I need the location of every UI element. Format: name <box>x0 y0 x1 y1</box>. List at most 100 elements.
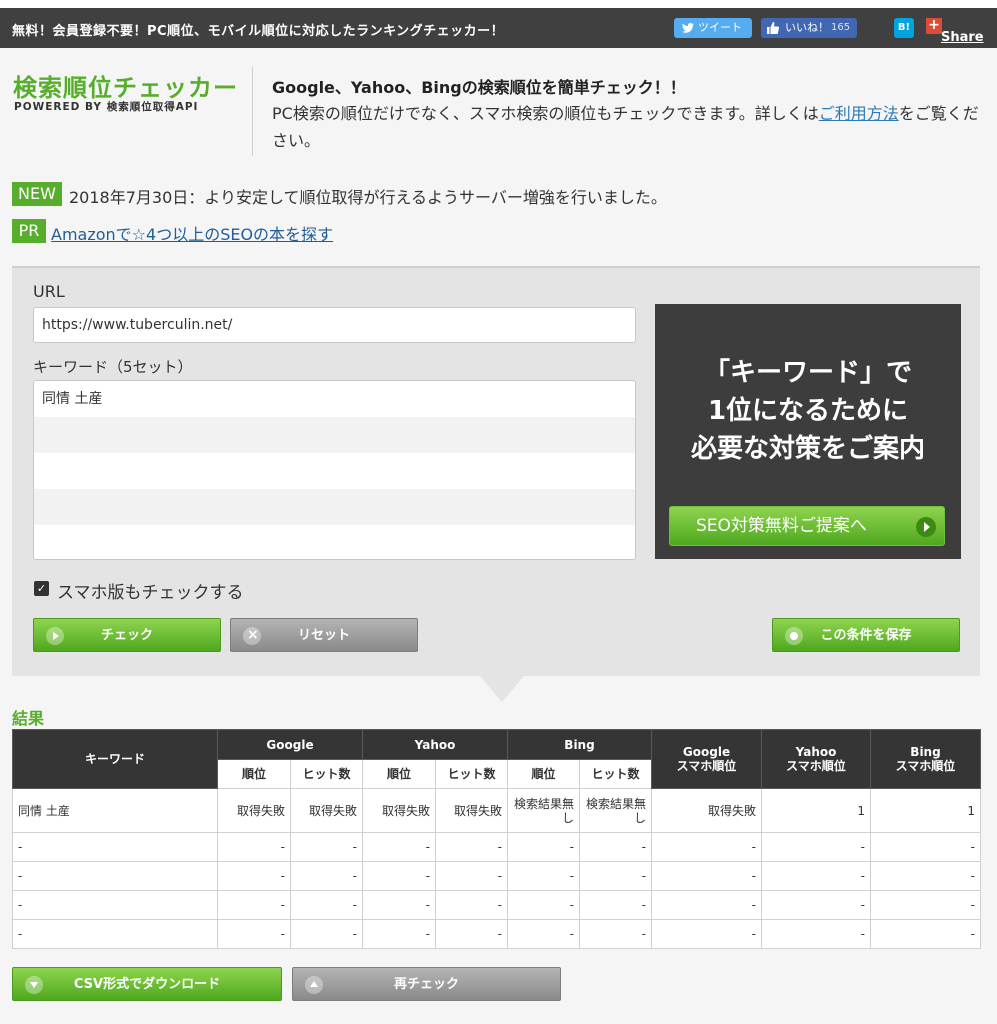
cell-keyword: - <box>12 890 218 920</box>
smartphone-checkbox-label[interactable]: スマホ版もチェックする <box>57 578 244 603</box>
table-cell: 取得失敗 <box>290 788 363 833</box>
hatena-bookmark-button[interactable]: B! <box>894 18 914 38</box>
table-cell: - <box>761 890 871 920</box>
news-text: 2018年7月30日：より安定して順位取得が行えるようサーバー増強を行いました。 <box>69 188 667 207</box>
save-button-label: この条件を保存 <box>820 628 912 643</box>
table-cell: - <box>290 861 363 891</box>
thumbs-up-icon <box>767 22 779 34</box>
col-header-google-rank: 順位 <box>217 759 291 789</box>
tweet-button[interactable]: ツイート <box>674 18 752 38</box>
col-header-bing-rank: 順位 <box>507 759 580 789</box>
intro-text: PC検索の順位だけでなく、スマホ検索の順位もチェックできます。詳しくはご利用方法… <box>272 100 982 154</box>
check-button-label: チェック <box>100 628 153 643</box>
table-cell: - <box>435 832 508 862</box>
col-header-bing: Bing <box>507 729 652 760</box>
table-cell: - <box>579 890 652 920</box>
col-header-google-smartphone: Google スマホ順位 <box>651 729 762 789</box>
keyword-line[interactable] <box>34 417 635 453</box>
seo-proposal-button-label: SEO対策無料ご提案へ <box>696 516 867 536</box>
keyword-line[interactable]: 同情 土産 <box>34 381 635 417</box>
seo-consulting-ad[interactable]: 「キーワード」で 1位になるために 必要な対策をご案内 SEO対策無料ご提案へ <box>655 304 961 559</box>
recheck-button-label: 再チェック <box>393 977 459 992</box>
seo-proposal-button[interactable]: SEO対策無料ご提案へ <box>669 506 945 546</box>
panel-pointer-arrow <box>480 676 524 702</box>
recheck-button[interactable]: 再チェック <box>292 967 561 1001</box>
table-cell: - <box>507 919 580 949</box>
table-cell: - <box>217 890 291 920</box>
google-plus-share-link[interactable]: Share <box>941 30 984 45</box>
ad-line-3: 必要な対策をご案内 <box>690 434 925 464</box>
table-cell: - <box>870 832 981 862</box>
table-cell: - <box>870 919 981 949</box>
keyword-line[interactable] <box>34 489 635 525</box>
like-label: いいね！ <box>785 21 829 34</box>
col-header-google: Google <box>217 729 363 760</box>
table-cell: - <box>579 832 652 862</box>
facebook-like-button[interactable]: いいね！ 165 <box>761 18 857 38</box>
intro-heading: Google、Yahoo、Bingの検索順位を簡単チェック！！ <box>272 78 686 97</box>
table-cell: - <box>507 832 580 862</box>
col-header-yahoo-rank: 順位 <box>362 759 436 789</box>
gear-icon <box>785 627 803 645</box>
google-plus-icon[interactable]: + <box>926 18 942 34</box>
cell-keyword: 同情 土産 <box>12 788 218 833</box>
intro-text-lead: PC検索の順位だけでなく、スマホ検索の順位もチェックできます。詳しくは <box>272 104 819 123</box>
table-cell: 取得失敗 <box>217 788 291 833</box>
table-cell: - <box>435 890 508 920</box>
table-cell: - <box>217 919 291 949</box>
table-cell: - <box>362 890 436 920</box>
table-cell: - <box>651 890 762 920</box>
results-title: 結果 <box>12 709 45 728</box>
col-header-google-hits: ヒット数 <box>290 759 363 789</box>
table-cell: - <box>507 861 580 891</box>
header-divider <box>252 66 253 156</box>
yahoo-sp-line-1: Yahoo <box>795 745 837 759</box>
url-input[interactable]: https://www.tuberculin.net/ <box>33 307 636 343</box>
reset-button[interactable]: リセット <box>230 618 418 652</box>
cell-keyword: - <box>12 861 218 891</box>
cell-keyword: - <box>12 832 218 862</box>
table-cell: 取得失敗 <box>362 788 436 833</box>
tweet-label: ツイート <box>698 21 742 34</box>
table-cell: - <box>217 832 291 862</box>
table-cell: - <box>651 861 762 891</box>
table-cell: - <box>290 890 363 920</box>
reset-button-label: リセット <box>297 628 350 643</box>
bing-sp-line-2: スマホ順位 <box>895 759 956 773</box>
arrow-right-circle-icon <box>916 517 936 537</box>
site-tagline: 無料！会員登録不要！PC順位、モバイル順位に対応したランキングチェッカー！ <box>12 24 505 39</box>
table-row: ---------- <box>12 832 981 862</box>
csv-button-label: CSV形式でダウンロード <box>73 977 221 992</box>
col-header-bing-smartphone: Bing スマホ順位 <box>870 729 981 789</box>
keyword-line[interactable] <box>34 525 635 559</box>
table-cell: - <box>217 861 291 891</box>
table-cell: - <box>290 832 363 862</box>
col-header-bing-hits: ヒット数 <box>579 759 652 789</box>
table-cell: - <box>362 861 436 891</box>
google-sp-line-2: スマホ順位 <box>676 759 737 773</box>
download-icon <box>25 976 43 994</box>
google-sp-line-1: Google <box>682 745 731 759</box>
check-button[interactable]: チェック <box>33 618 221 652</box>
col-header-yahoo-smartphone: Yahoo スマホ順位 <box>761 729 871 789</box>
smartphone-checkbox[interactable]: ✓ <box>34 581 49 596</box>
table-cell: - <box>870 861 981 891</box>
keyword-line[interactable] <box>34 453 635 489</box>
usage-guide-link[interactable]: ご利用方法 <box>819 104 899 123</box>
save-conditions-button[interactable]: この条件を保存 <box>772 618 960 652</box>
keyword-textarea[interactable]: 同情 土産 <box>33 380 636 560</box>
table-cell: - <box>761 861 871 891</box>
site-logo[interactable]: 検索順位チェッカー <box>13 68 238 103</box>
twitter-bird-icon <box>682 23 694 33</box>
new-badge: NEW <box>12 182 62 206</box>
like-count: 165 <box>831 22 851 33</box>
csv-download-button[interactable]: CSV形式でダウンロード <box>12 967 282 1001</box>
table-cell: - <box>579 861 652 891</box>
table-cell: - <box>761 832 871 862</box>
play-circle-icon <box>46 627 64 645</box>
amazon-seo-books-link[interactable]: Amazonで☆4つ以上のSEOの本を探す <box>51 221 333 245</box>
bing-sp-line-1: Bing <box>910 745 941 759</box>
table-cell: - <box>651 832 762 862</box>
table-cell: - <box>290 919 363 949</box>
table-row: ---------- <box>12 861 981 891</box>
